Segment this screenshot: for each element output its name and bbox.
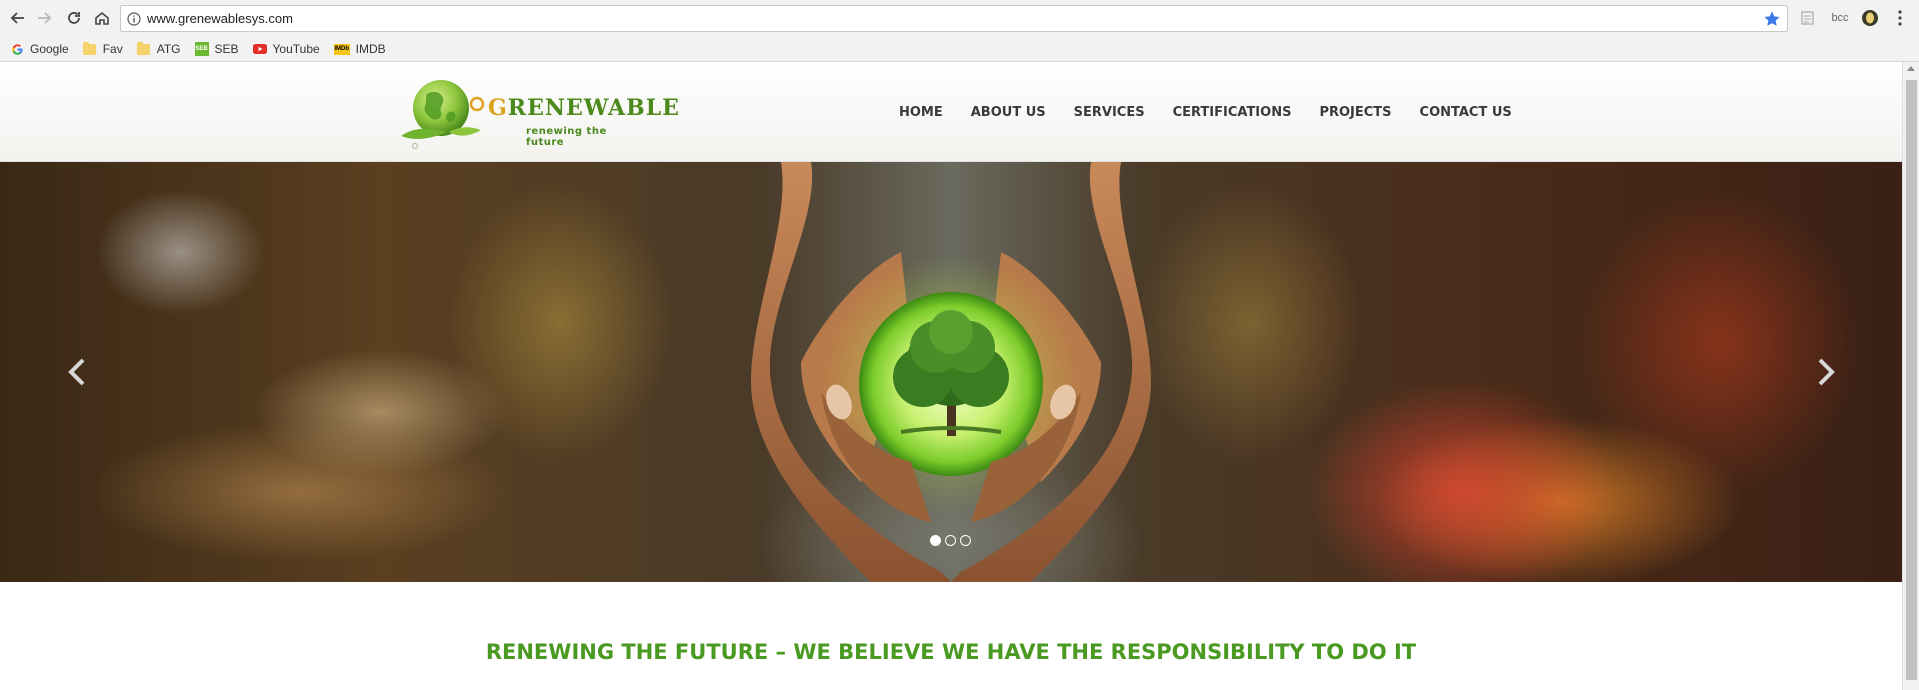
slide-indicator-1[interactable]: [930, 535, 941, 546]
nav-projects[interactable]: PROJECTS: [1319, 105, 1391, 120]
bookmark-label: SEB: [214, 42, 239, 56]
folder-icon: [83, 41, 97, 56]
bookmark-fav[interactable]: Fav: [83, 41, 123, 56]
bookmarks-bar: Google Fav ATG SEB SEB YouTube IMDb IMDB: [0, 36, 1919, 62]
arrow-left-icon: [10, 12, 24, 24]
info-icon[interactable]: [121, 6, 147, 31]
browser-toolbar: www.grenewablesys.com bcc: [0, 0, 1919, 36]
logo-wordmark: GRENEWABLE: [488, 95, 680, 121]
reload-icon: [68, 12, 80, 24]
extension-bcc-label: bcc: [1831, 12, 1849, 24]
extension-shield-icon[interactable]: [1860, 8, 1880, 28]
arrow-right-icon: [38, 12, 52, 24]
address-bar[interactable]: www.grenewablesys.com: [120, 5, 1788, 32]
next-slide-button[interactable]: [1811, 352, 1841, 392]
nav-home[interactable]: HOME: [899, 105, 943, 120]
chevron-right-icon: [1818, 358, 1835, 386]
scrollbar-thumb[interactable]: [1906, 80, 1917, 680]
forward-button[interactable]: [32, 6, 56, 30]
bookmark-youtube[interactable]: YouTube: [252, 42, 320, 56]
youtube-icon: [252, 42, 267, 56]
home-button[interactable]: [90, 6, 114, 30]
bookmark-label: Google: [30, 42, 69, 56]
slide-indicators: [930, 535, 975, 546]
extension-bcc[interactable]: bcc: [1828, 8, 1852, 28]
hero-slider: [0, 162, 1902, 582]
back-button[interactable]: [6, 6, 30, 30]
slide-indicator-2[interactable]: [945, 535, 956, 546]
folder-icon: [137, 41, 151, 56]
imdb-icon: IMDb: [333, 43, 350, 55]
bookmark-star-icon[interactable]: [1763, 10, 1781, 28]
nav-about-us[interactable]: ABOUT US: [971, 105, 1046, 120]
nav-certifications[interactable]: CERTIFICATIONS: [1173, 105, 1292, 120]
scroll-up-arrow-icon[interactable]: [1907, 66, 1915, 71]
logo-initial: G: [488, 95, 508, 121]
home-icon: [95, 11, 109, 25]
browser-chrome: www.grenewablesys.com bcc Google Fav ATG…: [0, 0, 1919, 62]
site-logo[interactable]: GRENEWABLE renewing the future: [393, 70, 679, 154]
reload-button[interactable]: [62, 6, 86, 30]
bookmark-atg[interactable]: ATG: [137, 41, 181, 56]
bookmark-imdb[interactable]: IMDb IMDB: [333, 42, 386, 56]
globe-logo-icon: [401, 80, 485, 149]
bookmark-seb[interactable]: SEB SEB: [194, 42, 239, 56]
nav-services[interactable]: SERVICES: [1074, 105, 1145, 120]
nav-contact-us[interactable]: CONTACT US: [1420, 105, 1512, 120]
logo-text: RENEWABLE: [507, 95, 680, 121]
logo-tagline: renewing the future: [526, 126, 607, 148]
bookmark-label: IMDB: [355, 42, 386, 56]
bookmark-label: YouTube: [272, 42, 320, 56]
main-navigation: HOME ABOUT US SERVICES CERTIFICATIONS PR…: [899, 62, 1540, 162]
url-text: www.grenewablesys.com: [147, 11, 293, 26]
bookmark-label: ATG: [156, 42, 181, 56]
seb-icon: SEB: [194, 42, 209, 56]
slide-indicator-3[interactable]: [960, 535, 971, 546]
chevron-left-icon: [68, 358, 85, 386]
extension-reader-icon[interactable]: [1798, 8, 1818, 28]
bookmark-label: Fav: [102, 42, 123, 56]
google-icon: [10, 42, 24, 56]
site-header: GRENEWABLE renewing the future HOME ABOU…: [0, 62, 1902, 162]
hands-holding-tree-image: [751, 162, 1151, 582]
bookmark-google[interactable]: Google: [10, 42, 69, 56]
menu-kebab-icon[interactable]: [1892, 8, 1908, 28]
vertical-scrollbar[interactable]: [1902, 62, 1919, 690]
page-tagline: RENEWING THE FUTURE – WE BELIEVE WE HAVE…: [485, 640, 1417, 664]
previous-slide-button[interactable]: [62, 352, 92, 392]
